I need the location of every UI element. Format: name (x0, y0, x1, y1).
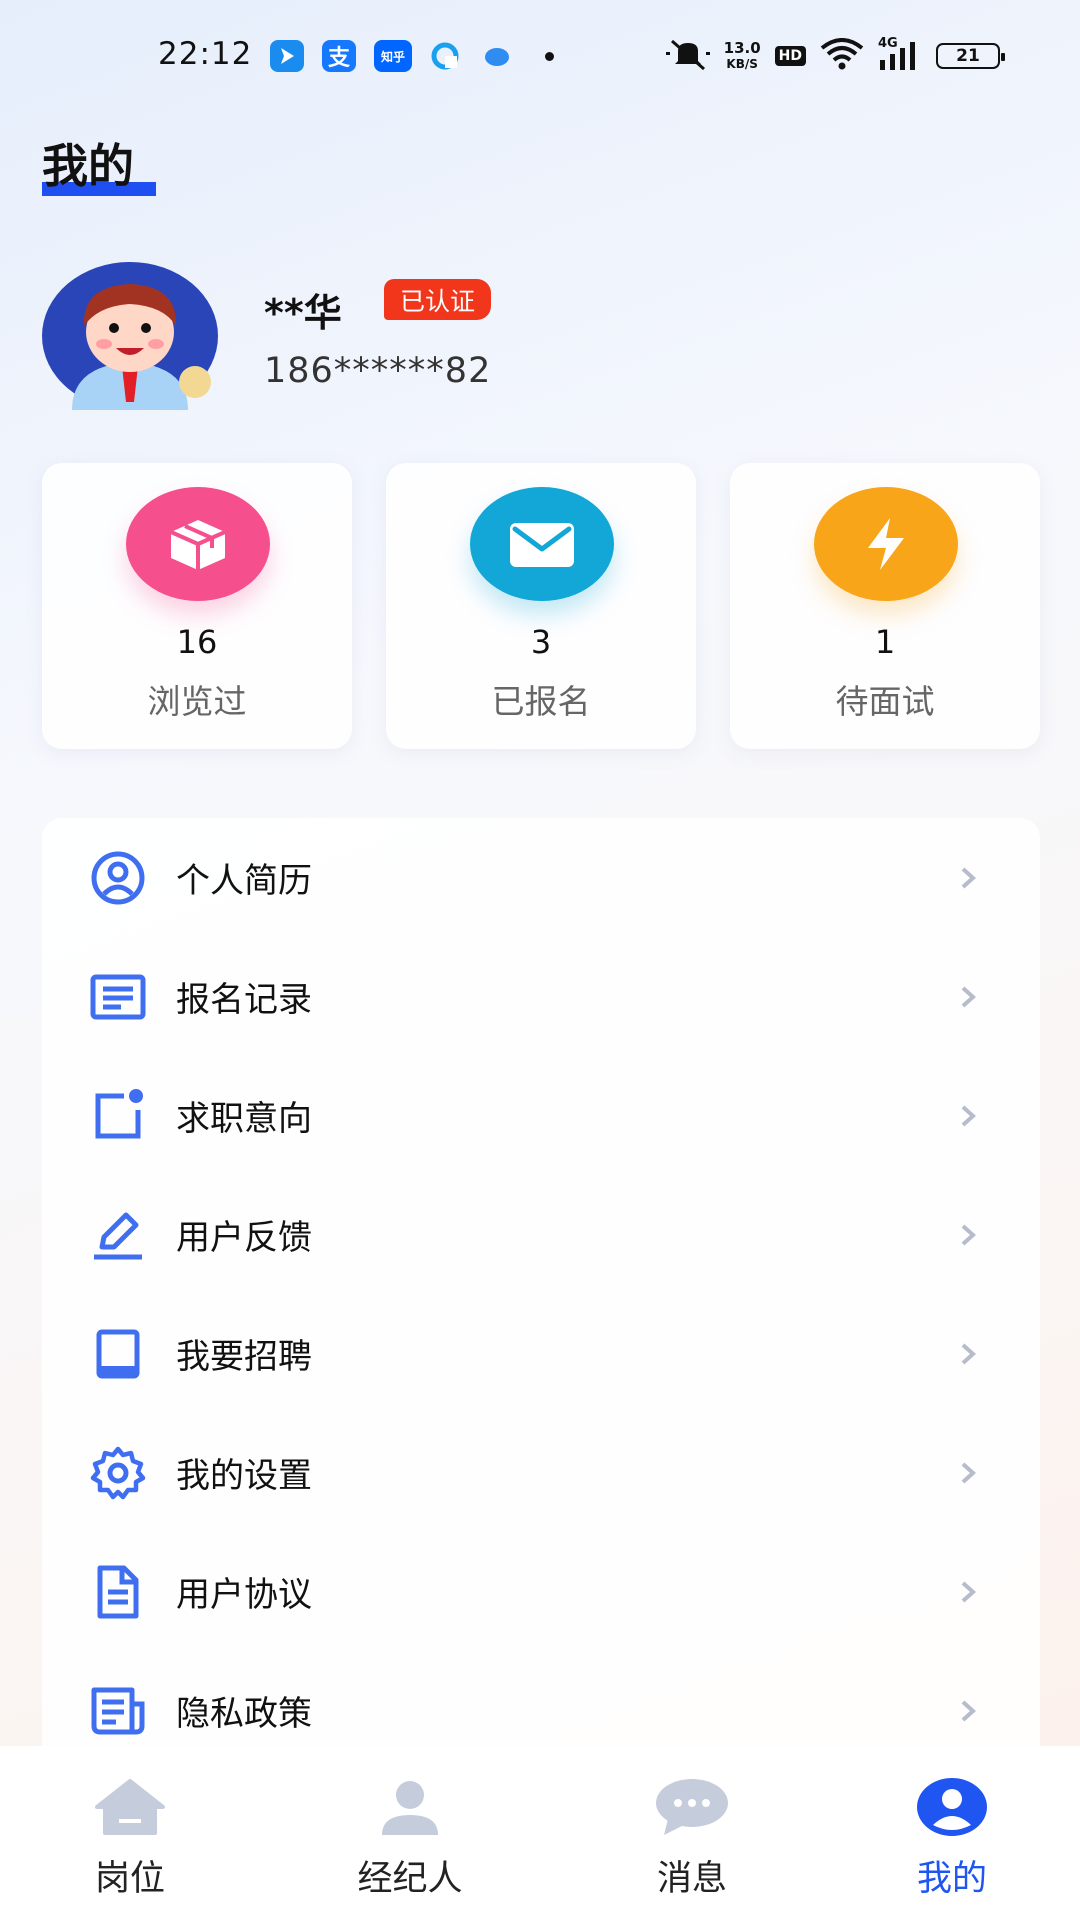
tab-jobs[interactable]: 岗位 (30, 1746, 230, 1920)
signal-type: 4G (878, 36, 898, 51)
menu-label: 我的设置 (176, 1456, 312, 1496)
pen-icon (90, 1207, 146, 1263)
square-icon (90, 1326, 146, 1382)
stat-value: 1 (874, 623, 896, 661)
stat-label: 浏览过 (147, 682, 247, 721)
menu-item-resume[interactable]: 个人简历 (42, 818, 1040, 937)
stat-card-applied[interactable]: 3 已报名 (386, 463, 696, 749)
avatar[interactable] (42, 262, 218, 410)
menu-card: 个人简历 报名记录 求职意向 用户反馈 我要招聘 我的设置 用户协议 隐私政策 (42, 818, 1040, 1818)
tab-label: 消息 (656, 1859, 727, 1899)
net-speed-value: 13.0 (723, 38, 761, 57)
lightning-icon (814, 487, 958, 601)
tab-messages[interactable]: 消息 (592, 1746, 792, 1920)
chevron-right-icon (958, 1342, 978, 1366)
notification-dot-icon (545, 52, 554, 61)
menu-item-agreement[interactable]: 用户协议 (42, 1532, 1040, 1651)
browser-icon (428, 40, 462, 72)
status-time: 22:12 (158, 36, 253, 72)
arrow-app-icon (270, 40, 304, 72)
menu-label: 用户协议 (176, 1575, 312, 1615)
verified-badge: 已认证 (384, 279, 492, 320)
notification-square-icon (90, 1088, 146, 1144)
chat-icon (652, 1772, 732, 1842)
wifi-icon (820, 38, 864, 74)
chevron-right-icon (958, 1223, 978, 1247)
stat-card-viewed[interactable]: 16 浏览过 (42, 463, 352, 749)
battery-level: 21 (956, 46, 980, 66)
stat-label: 已报名 (491, 682, 591, 721)
menu-item-recruit[interactable]: 我要招聘 (42, 1294, 1040, 1413)
status-right: 13.0 KB/S HD 4G 21 (665, 36, 1005, 76)
tab-mine[interactable]: 我的 (852, 1746, 1052, 1920)
menu-item-job-intention[interactable]: 求职意向 (42, 1056, 1040, 1175)
tab-agent[interactable]: 经纪人 (310, 1746, 510, 1920)
chevron-right-icon (958, 1580, 978, 1604)
user-circle-icon (90, 850, 146, 906)
tab-label: 岗位 (94, 1859, 165, 1899)
signal-icon: 4G (878, 36, 922, 72)
tab-label: 经纪人 (357, 1859, 463, 1899)
stat-card-interview[interactable]: 1 待面试 (730, 463, 1040, 749)
hd-badge: HD (774, 46, 806, 66)
chevron-right-icon (958, 1461, 978, 1485)
battery-icon: 21 (936, 43, 1005, 69)
menu-label: 隐私政策 (176, 1694, 312, 1734)
chevron-right-icon (958, 985, 978, 1009)
gear-icon (90, 1445, 146, 1501)
chevron-right-icon (958, 866, 978, 890)
menu-item-settings[interactable]: 我的设置 (42, 1413, 1040, 1532)
box-icon (126, 487, 270, 601)
tab-label: 我的 (916, 1859, 987, 1899)
profile-phone: 186******82 (264, 351, 492, 391)
cloud-icon (480, 40, 514, 72)
menu-label: 个人简历 (176, 861, 312, 901)
menu-item-feedback[interactable]: 用户反馈 (42, 1175, 1040, 1294)
menu-label: 报名记录 (176, 980, 312, 1020)
menu-label: 求职意向 (176, 1099, 312, 1139)
net-speed: 13.0 KB/S (723, 38, 761, 72)
mute-icon (665, 37, 710, 75)
menu-label: 我要招聘 (176, 1337, 312, 1377)
chevron-right-icon (958, 1104, 978, 1128)
stat-label: 待面试 (835, 682, 935, 721)
list-document-icon (90, 969, 146, 1025)
mail-icon (470, 487, 614, 601)
menu-label: 用户反馈 (176, 1218, 312, 1258)
net-speed-unit: KB/S (726, 56, 758, 71)
person-icon (370, 1772, 450, 1842)
tab-bar: 岗位 经纪人 消息 我的 (0, 1746, 1080, 1920)
newspaper-icon (90, 1683, 146, 1739)
stat-value: 16 (176, 623, 218, 661)
page-title: 我的 (42, 139, 134, 193)
file-text-icon (90, 1564, 146, 1620)
chevron-right-icon (958, 1699, 978, 1723)
home-icon (90, 1772, 170, 1842)
stat-value: 3 (530, 623, 552, 661)
status-bar: 22:12 支 知乎 13.0 KB/S HD 4G 21 (0, 0, 1080, 110)
menu-item-applications[interactable]: 报名记录 (42, 937, 1040, 1056)
zhihu-icon: 知乎 (374, 40, 412, 72)
alipay-icon: 支 (322, 40, 356, 72)
profile-name: **华 (264, 291, 342, 335)
user-profile-icon (912, 1772, 992, 1842)
